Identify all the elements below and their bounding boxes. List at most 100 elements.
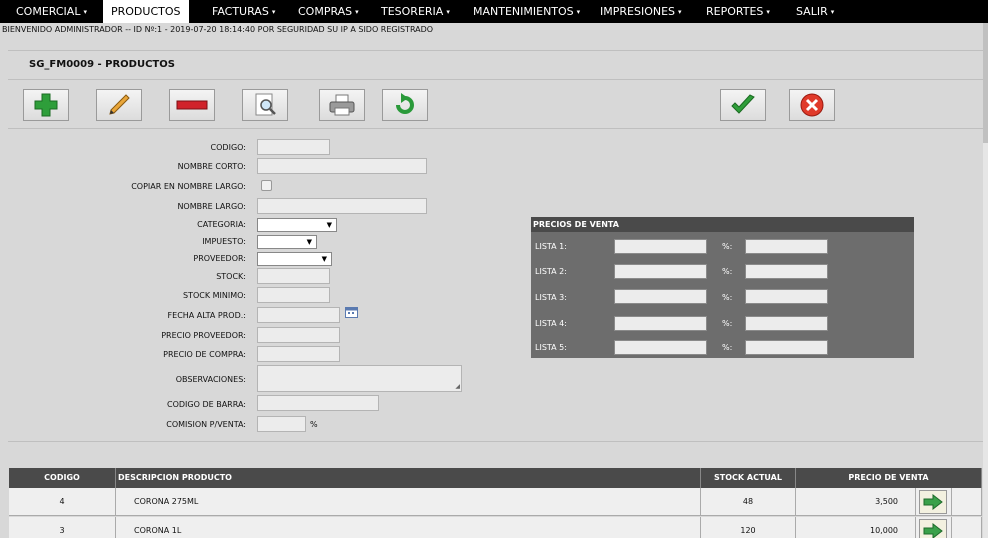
lista-5-label: LISTA 5: — [535, 343, 567, 352]
comision-unit: % — [310, 420, 318, 429]
lista-3-pct-label: %: — [722, 293, 733, 302]
lista-3-input[interactable] — [614, 289, 707, 304]
precios-venta-title: PRECIOS DE VENTA — [531, 217, 914, 232]
cell-empty — [952, 517, 982, 538]
arrow-right-icon — [923, 523, 943, 538]
proveedor-select[interactable]: ▼ — [257, 252, 332, 266]
chevron-down-icon: ▼ — [321, 255, 327, 263]
nombre-corto-input[interactable] — [257, 158, 427, 174]
impuesto-label: IMPUESTO: — [202, 237, 246, 246]
cell-codigo: 3 — [9, 517, 116, 538]
chevron-down-icon: ▼ — [306, 238, 312, 246]
chevron-down-icon: ▼ — [326, 221, 332, 229]
codigo-input[interactable] — [257, 139, 330, 155]
cell-empty — [952, 488, 982, 516]
edit-button[interactable] — [96, 89, 142, 121]
lista-2-label: LISTA 2: — [535, 267, 567, 276]
nombre-largo-label: NOMBRE LARGO: — [177, 202, 246, 211]
accept-button[interactable] — [720, 89, 766, 121]
stock-label: STOCK: — [216, 272, 246, 281]
select-row-button[interactable] — [919, 519, 947, 538]
nav-reportes[interactable]: REPORTES ▾ — [698, 0, 778, 23]
add-button[interactable] — [23, 89, 69, 121]
stock-input[interactable] — [257, 268, 330, 284]
cancel-button[interactable] — [789, 89, 835, 121]
search-button[interactable] — [242, 89, 288, 121]
lista-1-pct-label: %: — [722, 242, 733, 251]
close-icon — [800, 93, 824, 117]
nav-comercial[interactable]: COMERCIAL ▾ — [8, 0, 95, 23]
resize-handle-icon[interactable]: ◢ — [455, 383, 460, 390]
lista-5-input[interactable] — [614, 340, 707, 355]
lista-2-pct-label: %: — [722, 267, 733, 276]
lista-2-input[interactable] — [614, 264, 707, 279]
lista-3-label: LISTA 3: — [535, 293, 567, 302]
scrollbar-thumb[interactable] — [983, 23, 988, 143]
select-row-button[interactable] — [919, 490, 947, 514]
nombre-corto-label: NOMBRE CORTO: — [177, 162, 246, 171]
cell-precio: 10,000 — [796, 517, 916, 538]
nav-productos[interactable]: PRODUCTOS — [103, 0, 189, 23]
lista-4-label: LISTA 4: — [535, 319, 567, 328]
top-nav: COMERCIAL ▾ PRODUCTOS FACTURAS ▾ COMPRAS ▾ … — [0, 0, 988, 23]
lista-1-label: LISTA 1: — [535, 242, 567, 251]
precio-compra-input[interactable] — [257, 346, 340, 362]
fecha-alta-input[interactable] — [257, 307, 340, 323]
codigo-barra-label: CODIGO DE BARRA: — [167, 400, 246, 409]
search-icon — [255, 93, 276, 116]
cell-precio: 3,500 — [796, 488, 916, 516]
cell-descripcion: CORONA 275ML — [116, 488, 701, 516]
calendar-icon[interactable] — [345, 306, 358, 318]
col-header-descripcion: DESCRIPCION PRODUCTO — [116, 468, 701, 488]
lista-1-pct-input[interactable] — [745, 239, 828, 254]
lista-3-pct-input[interactable] — [745, 289, 828, 304]
delete-button[interactable] — [169, 89, 215, 121]
copiar-checkbox[interactable] — [261, 180, 272, 191]
col-header-precio: PRECIO DE VENTA — [796, 468, 982, 488]
comision-label: COMISION P/VENTA: — [166, 420, 246, 429]
lista-4-input[interactable] — [614, 316, 707, 331]
codigo-barra-input[interactable] — [257, 395, 379, 411]
categoria-select[interactable]: ▼ — [257, 218, 337, 232]
copiar-label: COPIAR EN NOMBRE LARGO: — [131, 182, 246, 191]
impuesto-select[interactable]: ▼ — [257, 235, 317, 249]
lista-2-pct-input[interactable] — [745, 264, 828, 279]
nav-mantenimientos[interactable]: MANTENIMIENTOS ▾ — [465, 0, 588, 23]
categoria-label: CATEGORIA: — [197, 220, 246, 229]
nav-salir[interactable]: SALIR ▾ — [788, 0, 842, 23]
col-header-codigo: CODIGO — [9, 468, 116, 488]
delete-icon — [176, 100, 208, 110]
refresh-button[interactable] — [382, 89, 428, 121]
add-icon — [34, 93, 58, 117]
cell-stock: 120 — [701, 517, 796, 538]
lista-5-pct-input[interactable] — [745, 340, 828, 355]
lista-4-pct-input[interactable] — [745, 316, 828, 331]
precio-compra-label: PRECIO DE COMPRA: — [163, 350, 246, 359]
nombre-largo-input[interactable] — [257, 198, 427, 214]
divider — [8, 441, 983, 442]
edit-icon — [109, 94, 130, 115]
cell-codigo: 4 — [9, 488, 116, 516]
lista-1-input[interactable] — [614, 239, 707, 254]
print-icon — [329, 94, 355, 116]
precio-proveedor-input[interactable] — [257, 327, 340, 343]
nav-facturas[interactable]: FACTURAS ▾ — [204, 0, 283, 23]
codigo-label: CODIGO: — [210, 143, 246, 152]
proveedor-label: PROVEEDOR: — [193, 254, 246, 263]
divider — [8, 79, 983, 80]
divider — [8, 50, 983, 51]
arrow-right-icon — [923, 494, 943, 510]
comision-input[interactable] — [257, 416, 306, 432]
lista-4-pct-label: %: — [722, 319, 733, 328]
print-button[interactable] — [319, 89, 365, 121]
lista-5-pct-label: %: — [722, 343, 733, 352]
nav-impresiones[interactable]: IMPRESIONES ▾ — [592, 0, 690, 23]
cell-descripcion: CORONA 1L — [116, 517, 701, 538]
vertical-scrollbar[interactable] — [983, 23, 988, 538]
precios-venta-panel: PRECIOS DE VENTA LISTA 1: %: LISTA 2: %:… — [531, 217, 914, 358]
nav-tesoreria[interactable]: TESORERIA ▾ — [373, 0, 458, 23]
observaciones-textarea[interactable]: ◢ — [257, 365, 462, 392]
stock-minimo-input[interactable] — [257, 287, 330, 303]
nav-compras[interactable]: COMPRAS ▾ — [290, 0, 367, 23]
stock-minimo-label: STOCK MINIMO: — [183, 291, 246, 300]
